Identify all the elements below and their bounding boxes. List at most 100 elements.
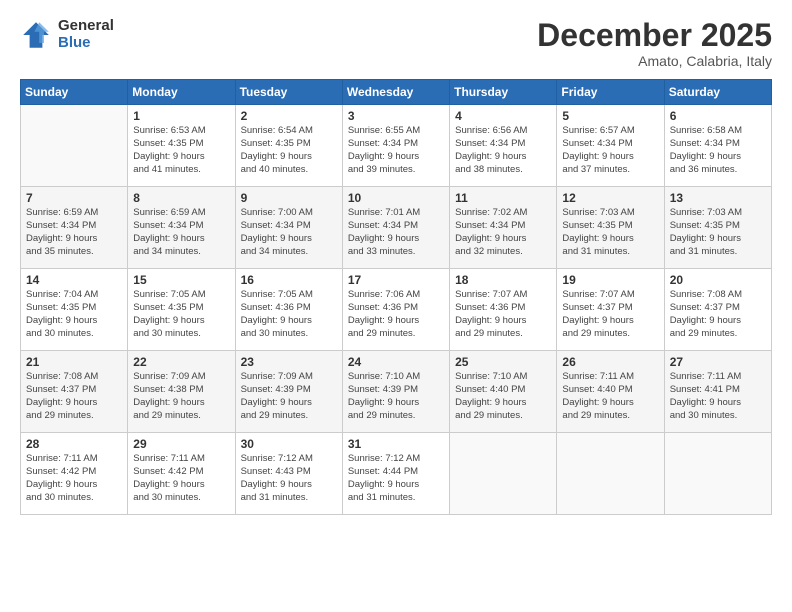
day-number: 31 [348, 437, 444, 451]
day-number: 7 [26, 191, 122, 205]
table-cell: 1 Sunrise: 6:53 AM Sunset: 4:35 PM Daylig… [128, 105, 235, 187]
calendar-table: Sunday Monday Tuesday Wednesday Thursday… [20, 79, 772, 515]
day-number: 19 [562, 273, 658, 287]
logo-blue-text: Blue [58, 35, 114, 52]
day-number: 30 [241, 437, 337, 451]
day-number: 1 [133, 109, 229, 123]
day-number: 29 [133, 437, 229, 451]
day-info: Sunrise: 6:59 AM Sunset: 4:34 PM Dayligh… [26, 207, 122, 258]
logo-icon [20, 19, 52, 51]
table-cell: 30 Sunrise: 7:12 AM Sunset: 4:43 PM Dayli… [235, 433, 342, 515]
day-number: 3 [348, 109, 444, 123]
day-info: Sunrise: 7:06 AM Sunset: 4:36 PM Dayligh… [348, 289, 444, 340]
day-info: Sunrise: 7:03 AM Sunset: 4:35 PM Dayligh… [670, 207, 766, 258]
table-cell: 12 Sunrise: 7:03 AM Sunset: 4:35 PM Dayli… [557, 187, 664, 269]
table-cell: 19 Sunrise: 7:07 AM Sunset: 4:37 PM Dayli… [557, 269, 664, 351]
day-number: 22 [133, 355, 229, 369]
week-row-5: 28Sunrise: 7:11 AM Sunset: 4:42 PM Dayli… [21, 433, 772, 515]
day-info: Sunrise: 7:10 AM Sunset: 4:40 PM Dayligh… [455, 371, 551, 422]
day-info: Sunrise: 7:07 AM Sunset: 4:37 PM Dayligh… [562, 289, 658, 340]
table-cell: 8 Sunrise: 6:59 AM Sunset: 4:34 PM Daylig… [128, 187, 235, 269]
day-info: Sunrise: 7:07 AM Sunset: 4:36 PM Dayligh… [455, 289, 551, 340]
table-cell: 4 Sunrise: 6:56 AM Sunset: 4:34 PM Daylig… [450, 105, 557, 187]
day-number: 14 [26, 273, 122, 287]
day-number: 26 [562, 355, 658, 369]
day-number: 16 [241, 273, 337, 287]
day-number: 6 [670, 109, 766, 123]
day-number: 23 [241, 355, 337, 369]
col-friday: Friday [557, 80, 664, 105]
header: General Blue December 2025 Amato, Calabr… [20, 18, 772, 69]
table-cell: 16 Sunrise: 7:05 AM Sunset: 4:36 PM Dayli… [235, 269, 342, 351]
day-info: Sunrise: 6:56 AM Sunset: 4:34 PM Dayligh… [455, 125, 551, 176]
table-cell [664, 433, 771, 515]
day-info: Sunrise: 7:11 AM Sunset: 4:42 PM Dayligh… [26, 453, 122, 504]
day-number: 24 [348, 355, 444, 369]
table-cell: 18Sunrise: 7:07 AM Sunset: 4:36 PM Dayli… [450, 269, 557, 351]
col-thursday: Thursday [450, 80, 557, 105]
day-number: 20 [670, 273, 766, 287]
table-cell: 15 Sunrise: 7:05 AM Sunset: 4:35 PM Dayli… [128, 269, 235, 351]
table-cell [557, 433, 664, 515]
day-info: Sunrise: 7:04 AM Sunset: 4:35 PM Dayligh… [26, 289, 122, 340]
day-info: Sunrise: 6:57 AM Sunset: 4:34 PM Dayligh… [562, 125, 658, 176]
day-info: Sunrise: 7:10 AM Sunset: 4:39 PM Dayligh… [348, 371, 444, 422]
col-sunday: Sunday [21, 80, 128, 105]
table-cell: 10 Sunrise: 7:01 AM Sunset: 4:34 PM Dayli… [342, 187, 449, 269]
day-info: Sunrise: 6:53 AM Sunset: 4:35 PM Dayligh… [133, 125, 229, 176]
table-cell: 27 Sunrise: 7:11 AM Sunset: 4:41 PM Dayli… [664, 351, 771, 433]
table-cell: 24 Sunrise: 7:10 AM Sunset: 4:39 PM Dayli… [342, 351, 449, 433]
day-number: 12 [562, 191, 658, 205]
table-cell: 26Sunrise: 7:11 AM Sunset: 4:40 PM Dayli… [557, 351, 664, 433]
day-info: Sunrise: 7:12 AM Sunset: 4:43 PM Dayligh… [241, 453, 337, 504]
day-info: Sunrise: 6:59 AM Sunset: 4:34 PM Dayligh… [133, 207, 229, 258]
table-cell: 31 Sunrise: 7:12 AM Sunset: 4:44 PM Dayli… [342, 433, 449, 515]
table-cell: 11Sunrise: 7:02 AM Sunset: 4:34 PM Dayli… [450, 187, 557, 269]
day-number: 25 [455, 355, 551, 369]
table-cell [450, 433, 557, 515]
title-block: December 2025 Amato, Calabria, Italy [537, 18, 772, 69]
table-cell: 7 Sunrise: 6:59 AM Sunset: 4:34 PM Daylig… [21, 187, 128, 269]
day-number: 2 [241, 109, 337, 123]
day-info: Sunrise: 7:11 AM Sunset: 4:41 PM Dayligh… [670, 371, 766, 422]
day-number: 8 [133, 191, 229, 205]
table-cell: 21Sunrise: 7:08 AM Sunset: 4:37 PM Dayli… [21, 351, 128, 433]
table-cell: 20 Sunrise: 7:08 AM Sunset: 4:37 PM Dayli… [664, 269, 771, 351]
day-info: Sunrise: 7:08 AM Sunset: 4:37 PM Dayligh… [670, 289, 766, 340]
week-row-1: 1 Sunrise: 6:53 AM Sunset: 4:35 PM Daylig… [21, 105, 772, 187]
day-info: Sunrise: 7:00 AM Sunset: 4:34 PM Dayligh… [241, 207, 337, 258]
day-number: 27 [670, 355, 766, 369]
day-info: Sunrise: 7:08 AM Sunset: 4:37 PM Dayligh… [26, 371, 122, 422]
day-number: 5 [562, 109, 658, 123]
day-info: Sunrise: 7:01 AM Sunset: 4:34 PM Dayligh… [348, 207, 444, 258]
day-number: 13 [670, 191, 766, 205]
table-cell: 14 Sunrise: 7:04 AM Sunset: 4:35 PM Dayli… [21, 269, 128, 351]
logo: General Blue [20, 18, 114, 51]
day-info: Sunrise: 7:03 AM Sunset: 4:35 PM Dayligh… [562, 207, 658, 258]
table-cell: 25 Sunrise: 7:10 AM Sunset: 4:40 PM Dayli… [450, 351, 557, 433]
week-row-2: 7 Sunrise: 6:59 AM Sunset: 4:34 PM Daylig… [21, 187, 772, 269]
week-row-4: 21Sunrise: 7:08 AM Sunset: 4:37 PM Dayli… [21, 351, 772, 433]
table-cell: 23 Sunrise: 7:09 AM Sunset: 4:39 PM Dayli… [235, 351, 342, 433]
day-info: Sunrise: 7:05 AM Sunset: 4:36 PM Dayligh… [241, 289, 337, 340]
day-info: Sunrise: 6:58 AM Sunset: 4:34 PM Dayligh… [670, 125, 766, 176]
table-cell: 29Sunrise: 7:11 AM Sunset: 4:42 PM Dayli… [128, 433, 235, 515]
day-number: 4 [455, 109, 551, 123]
day-info: Sunrise: 6:55 AM Sunset: 4:34 PM Dayligh… [348, 125, 444, 176]
table-cell: 5 Sunrise: 6:57 AM Sunset: 4:34 PM Daylig… [557, 105, 664, 187]
day-info: Sunrise: 7:09 AM Sunset: 4:38 PM Dayligh… [133, 371, 229, 422]
col-monday: Monday [128, 80, 235, 105]
day-number: 15 [133, 273, 229, 287]
table-cell: 9 Sunrise: 7:00 AM Sunset: 4:34 PM Daylig… [235, 187, 342, 269]
day-info: Sunrise: 7:09 AM Sunset: 4:39 PM Dayligh… [241, 371, 337, 422]
table-cell [21, 105, 128, 187]
col-tuesday: Tuesday [235, 80, 342, 105]
table-cell: 22 Sunrise: 7:09 AM Sunset: 4:38 PM Dayli… [128, 351, 235, 433]
calendar-header-row: Sunday Monday Tuesday Wednesday Thursday… [21, 80, 772, 105]
day-info: Sunrise: 7:12 AM Sunset: 4:44 PM Dayligh… [348, 453, 444, 504]
day-number: 10 [348, 191, 444, 205]
day-number: 9 [241, 191, 337, 205]
week-row-3: 14 Sunrise: 7:04 AM Sunset: 4:35 PM Dayli… [21, 269, 772, 351]
col-saturday: Saturday [664, 80, 771, 105]
day-info: Sunrise: 7:05 AM Sunset: 4:35 PM Dayligh… [133, 289, 229, 340]
